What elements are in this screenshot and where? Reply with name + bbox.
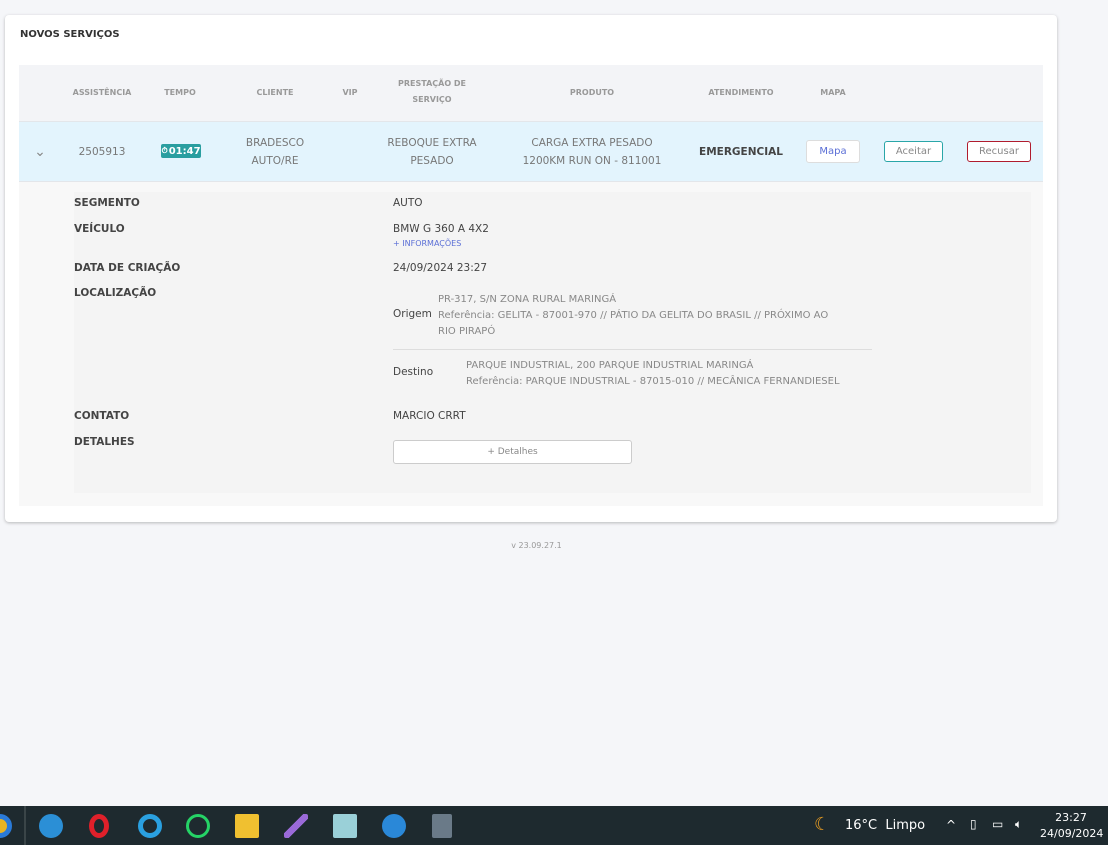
origem-label: Origem <box>393 308 432 320</box>
whatsapp-icon[interactable] <box>186 814 210 838</box>
app-icon[interactable] <box>138 814 162 838</box>
page-title: NOVOS SERVIÇOS <box>20 29 120 40</box>
prestacao-line2: PESADO <box>410 155 454 167</box>
data-criacao-value: 24/09/2024 23:27 <box>393 262 488 274</box>
mapa-button[interactable]: Mapa <box>806 140 860 163</box>
timer-badge: ⏱ 01:47 <box>161 144 201 158</box>
destino-address: PARQUE INDUSTRIAL, 200 PARQUE INDUSTRIAL… <box>466 358 840 390</box>
data-criacao-label: DATA DE CRIAÇÃO <box>74 262 181 274</box>
cliente-value: BRADESCO AUTO/RE <box>246 134 304 170</box>
divider <box>393 349 872 350</box>
timer-value: 01:47 <box>168 145 201 157</box>
opera-icon[interactable] <box>89 814 109 838</box>
destino-line1: PARQUE INDUSTRIAL, 200 PARQUE INDUSTRIAL… <box>466 360 754 371</box>
col-cliente: CLIENTE <box>256 88 294 97</box>
origem-line2: Referência: GELITA - 87001-970 // PÁTIO … <box>438 310 829 321</box>
volume-icon[interactable]: 🔈︎ <box>1015 817 1022 832</box>
divider <box>24 806 26 845</box>
stopwatch-icon: ⏱ <box>161 146 168 155</box>
origem-line3: RIO PIRAPÓ <box>438 326 496 337</box>
detalhes-button[interactable]: + Detalhes <box>393 440 632 464</box>
localizacao-label: LOCALIZAÇÃO <box>74 287 157 299</box>
clock-time: 23:27 <box>1055 811 1087 824</box>
clock-date: 24/09/2024 <box>1040 827 1104 840</box>
clock[interactable]: 23:27 24/09/2024 <box>1040 810 1104 842</box>
contato-value: MARCIO CRRT <box>393 410 466 422</box>
folder-icon[interactable] <box>235 814 259 838</box>
network-icon[interactable]: ▭ <box>992 817 1003 831</box>
phone-app-icon[interactable] <box>382 814 406 838</box>
weather-text[interactable]: 16°C Limpo <box>845 818 925 833</box>
detalhes-label: DETALHES <box>74 436 135 448</box>
contato-label: CONTATO <box>74 410 130 422</box>
mais-informacoes-link[interactable]: + INFORMAÇÕES <box>393 239 461 248</box>
produto-line1: CARGA EXTRA PESADO <box>531 137 653 149</box>
col-prestacao-line2: SERVIÇO <box>412 95 452 104</box>
col-tempo: TEMPO <box>164 88 196 97</box>
table-header: ASSISTÊNCIA TEMPO CLIENTE VIP PRESTAÇÃO … <box>19 65 1043 121</box>
origem-line1: PR-317, S/N ZONA RURAL MARINGÁ <box>438 294 617 305</box>
aceitar-button[interactable]: Aceitar <box>884 141 943 162</box>
col-produto: PRODUTO <box>569 88 615 97</box>
recusar-button[interactable]: Recusar <box>967 141 1031 162</box>
col-prestacao-line1: PRESTAÇÃO DE <box>397 79 467 88</box>
new-services-card: NOVOS SERVIÇOS ASSISTÊNCIA TEMPO CLIENTE… <box>5 15 1057 522</box>
destino-line2: Referência: PARQUE INDUSTRIAL - 87015-01… <box>466 376 840 387</box>
segmento-label: SEGMENTO <box>74 197 140 209</box>
produto-value: CARGA EXTRA PESADO 1200KM RUN ON - 811001 <box>523 134 662 170</box>
notes-icon[interactable] <box>333 814 357 838</box>
meet-icon[interactable]: ▯ <box>970 817 977 831</box>
col-atendimento: ATENDIMENTO <box>708 88 774 97</box>
col-assistencia: ASSISTÊNCIA <box>72 88 132 97</box>
prestacao-line1: REBOQUE EXTRA <box>387 137 477 149</box>
produto-line2: 1200KM RUN ON - 811001 <box>522 155 662 167</box>
chevron-up-icon[interactable]: ^ <box>946 818 956 832</box>
veiculo-label: VEÍCULO <box>74 223 125 235</box>
feather-icon[interactable] <box>284 814 308 838</box>
prestacao-value: REBOQUE EXTRA PESADO <box>387 134 476 170</box>
veiculo-value: BMW G 360 A 4X2 <box>393 223 489 235</box>
taskbar: ☾ 16°C Limpo ^ ▯ ▭ 🔈︎ 23:27 24/09/2024 <box>0 806 1108 845</box>
assistencia-value: 2505913 <box>78 146 126 158</box>
col-prestacao: PRESTAÇÃO DE SERVIÇO <box>398 76 466 108</box>
origem-address: PR-317, S/N ZONA RURAL MARINGÁ Referência… <box>438 292 828 340</box>
segmento-value: AUTO <box>393 197 423 209</box>
calculator-icon[interactable] <box>432 814 452 838</box>
details-panel: SEGMENTO AUTO VEÍCULO BMW G 360 A 4X2 + … <box>19 182 1043 506</box>
chrome-icon[interactable] <box>0 814 12 838</box>
col-mapa: MAPA <box>820 88 846 97</box>
destino-label: Destino <box>393 366 434 378</box>
atendimento-value: EMERGENCIAL <box>699 146 783 158</box>
moon-icon: ☾ <box>814 814 831 835</box>
table-row[interactable]: ⌄ 2505913 ⏱ 01:47 BRADESCO AUTO/RE REBOQUE… <box>19 121 1043 182</box>
edge-icon[interactable] <box>39 814 63 838</box>
version-label: v 23.09.27.1 <box>511 541 562 550</box>
cliente-line1: BRADESCO <box>245 137 305 149</box>
cliente-line2: AUTO/RE <box>251 155 299 167</box>
col-vip: VIP <box>342 88 358 97</box>
chevron-down-icon[interactable]: ⌄ <box>34 143 46 161</box>
